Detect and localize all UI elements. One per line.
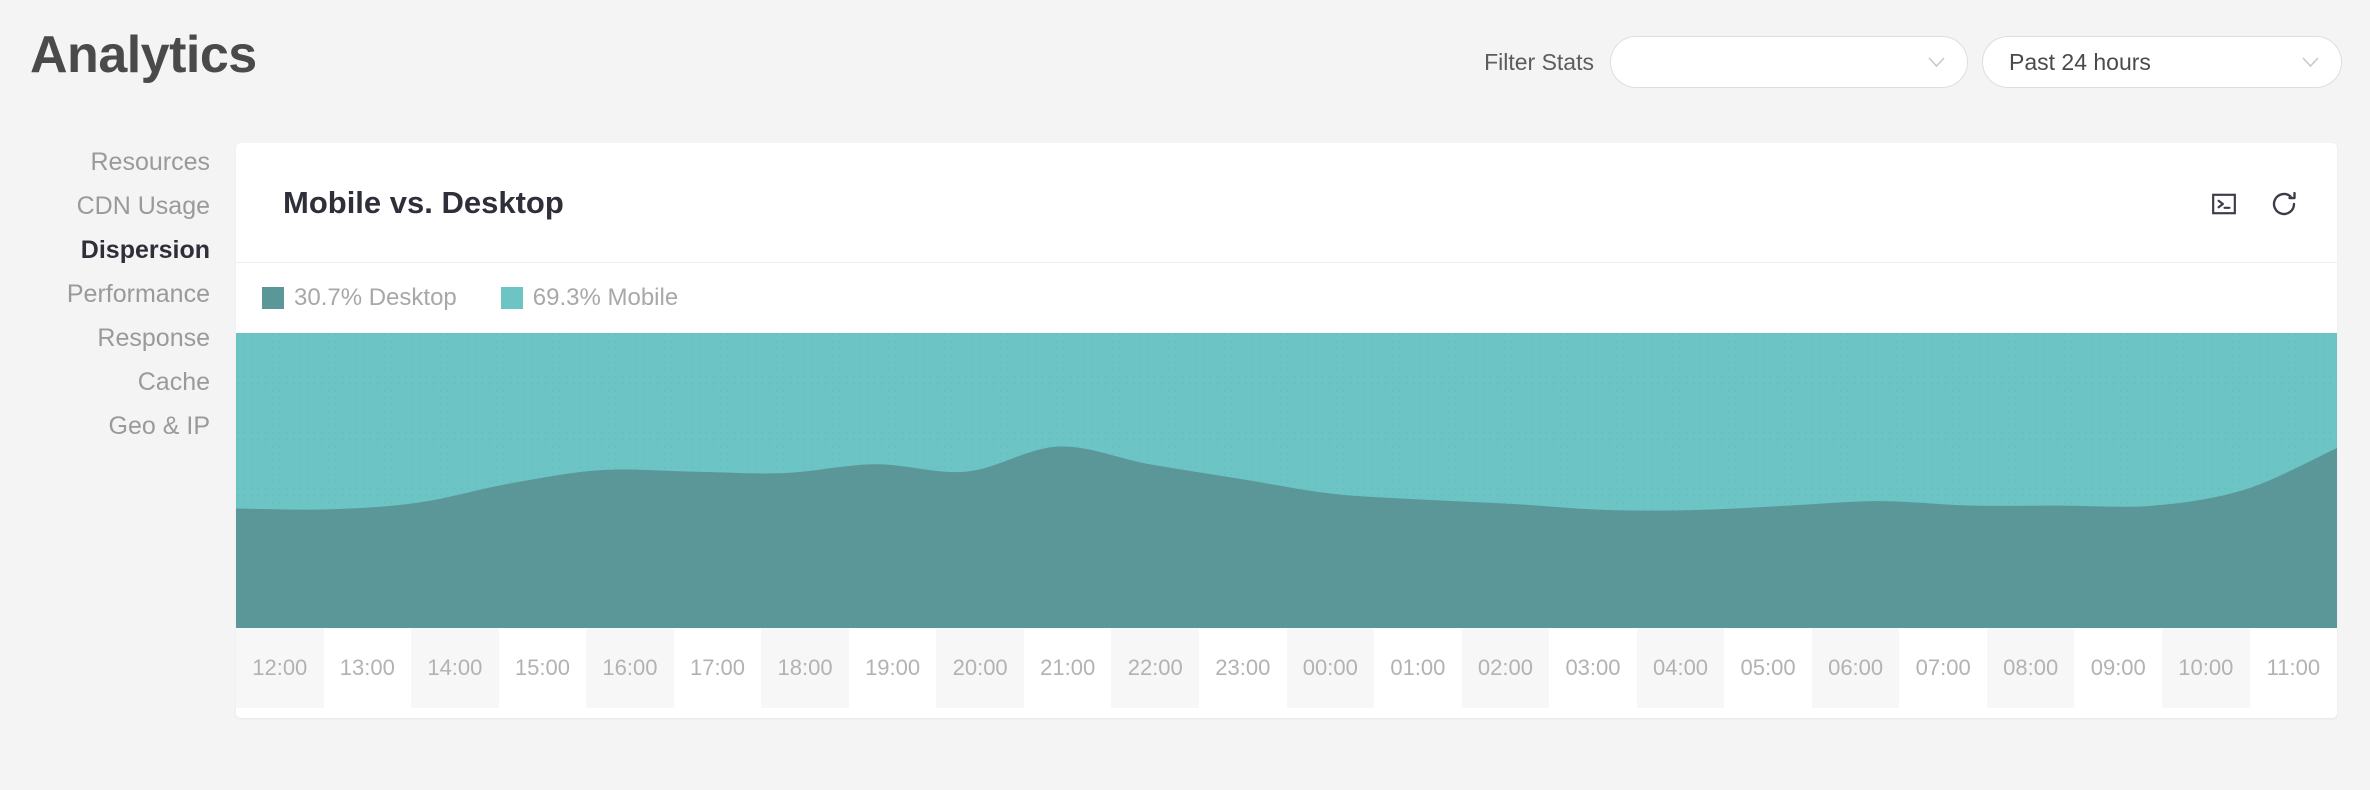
filter-controls: Filter Stats Past 24 hours bbox=[1484, 36, 2342, 88]
legend-label-mobile: 69.3% Mobile bbox=[533, 284, 678, 312]
x-axis-tick: 17:00 bbox=[674, 628, 762, 708]
sidebar-item-performance[interactable]: Performance bbox=[0, 272, 210, 316]
x-axis-tick: 15:00 bbox=[499, 628, 587, 708]
x-axis-tick: 03:00 bbox=[1549, 628, 1637, 708]
top-bar: Analytics Filter Stats Past 24 hours bbox=[0, 0, 2370, 125]
chevron-down-icon bbox=[2302, 57, 2319, 67]
x-axis-tick: 02:00 bbox=[1462, 628, 1550, 708]
stacked-area-chart[interactable] bbox=[236, 333, 2337, 628]
legend-item-mobile[interactable]: 69.3% Mobile bbox=[501, 284, 678, 312]
x-axis-tick: 21:00 bbox=[1024, 628, 1112, 708]
chevron-down-icon bbox=[1928, 57, 1945, 67]
chart-x-axis: 12:0013:0014:0015:0016:0017:0018:0019:00… bbox=[236, 628, 2337, 718]
analytics-page: Analytics Filter Stats Past 24 hours bbox=[0, 0, 2370, 790]
x-axis-tick: 04:00 bbox=[1637, 628, 1725, 708]
sidebar-item-label: Geo & IP bbox=[109, 412, 210, 440]
x-axis-tick: 20:00 bbox=[936, 628, 1024, 708]
sidebar-item-label: Response bbox=[97, 324, 210, 352]
x-axis-tick: 13:00 bbox=[324, 628, 412, 708]
legend-item-desktop[interactable]: 30.7% Desktop bbox=[262, 284, 457, 312]
x-axis-tick: 09:00 bbox=[2074, 628, 2162, 708]
time-range-select[interactable]: Past 24 hours bbox=[1982, 36, 2342, 88]
chart-card-header: Mobile vs. Desktop bbox=[236, 143, 2337, 263]
sidebar-item-geo-ip[interactable]: Geo & IP bbox=[0, 404, 210, 448]
sidebar-item-cache[interactable]: Cache bbox=[0, 360, 210, 404]
sidebar-item-label: Resources bbox=[91, 148, 211, 176]
x-axis-tick: 08:00 bbox=[1987, 628, 2075, 708]
x-axis-tick: 11:00 bbox=[2250, 628, 2337, 708]
x-axis-tick: 06:00 bbox=[1812, 628, 1900, 708]
x-axis-tick: 18:00 bbox=[761, 628, 849, 708]
x-axis-tick: 16:00 bbox=[586, 628, 674, 708]
sidebar-item-resources[interactable]: Resources bbox=[0, 140, 210, 184]
x-axis-tick: 19:00 bbox=[849, 628, 937, 708]
legend-swatch-desktop bbox=[262, 287, 284, 309]
x-axis-tick: 12:00 bbox=[236, 628, 324, 708]
chart-card-actions bbox=[2207, 187, 2301, 221]
sidebar-item-label: Cache bbox=[138, 368, 210, 396]
sidebar-item-label: Dispersion bbox=[81, 236, 210, 264]
x-axis-tick: 05:00 bbox=[1724, 628, 1812, 708]
x-axis-tick: 07:00 bbox=[1899, 628, 1987, 708]
chart-legend: 30.7% Desktop 69.3% Mobile bbox=[236, 263, 2337, 333]
time-range-select-value: Past 24 hours bbox=[2009, 49, 2151, 76]
sidebar-nav: Resources CDN Usage Dispersion Performan… bbox=[0, 140, 220, 448]
terminal-icon[interactable] bbox=[2207, 187, 2241, 221]
x-axis-tick: 10:00 bbox=[2162, 628, 2250, 708]
sidebar-item-response[interactable]: Response bbox=[0, 316, 210, 360]
chart-title: Mobile vs. Desktop bbox=[283, 185, 564, 221]
x-axis-tick: 22:00 bbox=[1111, 628, 1199, 708]
chart-svg bbox=[236, 333, 2337, 628]
refresh-icon[interactable] bbox=[2267, 187, 2301, 221]
legend-label-desktop: 30.7% Desktop bbox=[294, 284, 457, 312]
sidebar-item-label: CDN Usage bbox=[77, 192, 210, 220]
page-title: Analytics bbox=[30, 25, 257, 85]
filter-stats-label: Filter Stats bbox=[1484, 49, 1594, 76]
x-axis-tick: 23:00 bbox=[1199, 628, 1287, 708]
legend-swatch-mobile bbox=[501, 287, 523, 309]
x-axis-tick: 00:00 bbox=[1287, 628, 1375, 708]
filter-stats-select[interactable] bbox=[1610, 36, 1968, 88]
sidebar-item-dispersion[interactable]: Dispersion bbox=[0, 228, 210, 272]
chart-card: Mobile vs. Desktop bbox=[236, 143, 2337, 718]
sidebar-item-cdn-usage[interactable]: CDN Usage bbox=[0, 184, 210, 228]
sidebar-item-label: Performance bbox=[67, 280, 210, 308]
x-axis-tick: 01:00 bbox=[1374, 628, 1462, 708]
x-axis-tick: 14:00 bbox=[411, 628, 499, 708]
